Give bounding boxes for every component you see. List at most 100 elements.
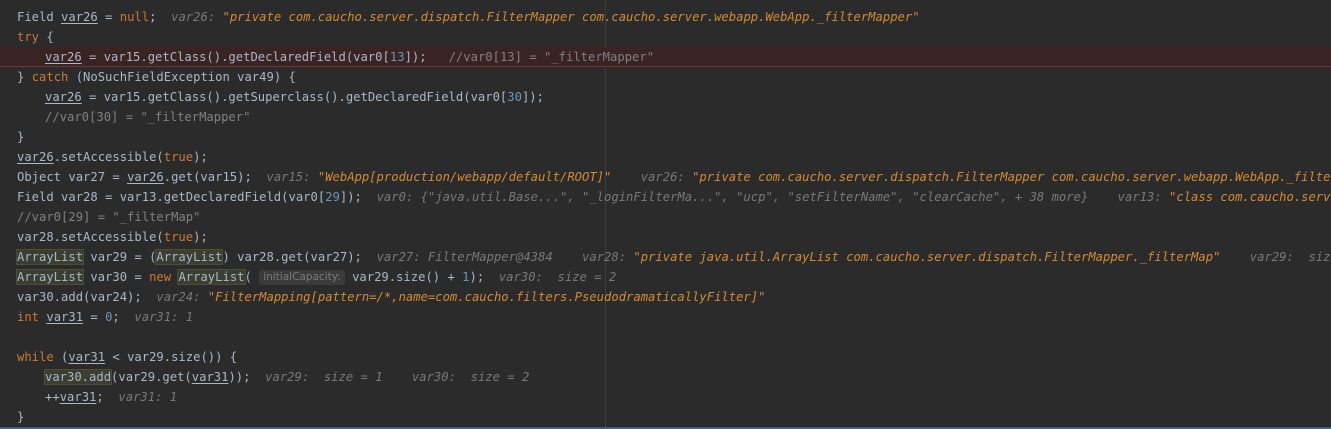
code-token: { bbox=[39, 30, 54, 44]
code-line[interactable]: try { bbox=[0, 27, 1331, 47]
debug-inline-string: "private java.util.ArrayList com.caucho.… bbox=[633, 250, 1221, 264]
debug-inline-value: var27: FilterMapper@4384 bbox=[376, 250, 553, 264]
code-line[interactable]: ++var31; var31: 1 bbox=[0, 387, 1331, 407]
highlighted-token[interactable]: ArrayList bbox=[177, 269, 246, 285]
code-token: ++ bbox=[45, 390, 60, 404]
code-token: ]); bbox=[521, 90, 544, 104]
debug-inline-value: var28: bbox=[582, 250, 634, 264]
variable-token[interactable]: var26 bbox=[45, 90, 82, 104]
code-token: var28.setAccessible( bbox=[17, 230, 164, 244]
code-line[interactable]: var28.setAccessible(true); bbox=[0, 227, 1331, 247]
variable-token[interactable]: var31 bbox=[192, 370, 229, 384]
variable-token[interactable]: var31 bbox=[46, 310, 83, 324]
highlighted-token[interactable]: ArrayList bbox=[155, 249, 224, 265]
debug-inline-string: "FilterMapping[pattern=/*,name=com.cauch… bbox=[207, 290, 766, 304]
code-token: (var29.get( bbox=[111, 370, 192, 384]
debug-inline-value: var29: size = 1 bbox=[265, 370, 383, 384]
code-token: ( bbox=[53, 350, 69, 364]
code-token: .setAccessible( bbox=[53, 150, 164, 164]
number-token: 13 bbox=[389, 50, 405, 64]
debug-inline-string: "private com.caucho.server.dispatch.Filt… bbox=[222, 10, 920, 24]
code-line[interactable]: var26.setAccessible(true); bbox=[0, 147, 1331, 167]
code-token: var30.add(var24); bbox=[17, 290, 157, 304]
code-token: ); bbox=[193, 150, 208, 164]
code-token: ); bbox=[469, 270, 499, 284]
code-token: ( bbox=[244, 270, 260, 284]
code-line-content: while (var31 < var29.size()) { bbox=[17, 347, 237, 367]
code-token: Field bbox=[17, 10, 62, 24]
code-line-content: var26 = var15.getClass().getDeclaredFiel… bbox=[45, 47, 654, 67]
code-token: ); bbox=[193, 230, 208, 244]
code-line[interactable]: var30.add(var24); var24: "FilterMapping[… bbox=[0, 287, 1331, 307]
code-line[interactable]: //var0[29] = "_filterMap" bbox=[0, 207, 1331, 227]
variable-token[interactable]: var26 bbox=[45, 50, 82, 64]
code-line[interactable]: Field var28 = var13.getDeclaredField(var… bbox=[0, 187, 1331, 207]
highlighted-token[interactable]: ArrayList bbox=[15, 269, 85, 285]
code-line-content: var30.add(var29.get(var31)); var29: size… bbox=[43, 367, 530, 387]
debug-inline-value: var31: 1 bbox=[134, 310, 194, 324]
code-line[interactable]: while (var31 < var29.size()) { bbox=[0, 347, 1331, 367]
code-token: = var15.getClass().getDeclaredField(var0… bbox=[81, 50, 390, 64]
code-token: var29 = ( bbox=[83, 250, 157, 264]
code-token: ]); bbox=[339, 190, 377, 204]
debug-inline-value: var26: bbox=[640, 170, 693, 184]
debug-inline-value: var30: size = 2 bbox=[411, 370, 530, 384]
code-token: ; bbox=[96, 390, 119, 404]
code-line[interactable]: var26 = var15.getClass().getSuperclass()… bbox=[0, 87, 1331, 107]
code-line[interactable]: var30.add(var29.get(var31)); var29: size… bbox=[0, 367, 1331, 387]
comment-token: //var0[13] = "_filterMapper" bbox=[448, 50, 655, 64]
code-line-content: ++var31; var31: 1 bbox=[45, 387, 177, 407]
code-line[interactable]: ArrayList var30 = new ArrayList( initial… bbox=[0, 267, 1331, 287]
code-token: = bbox=[97, 10, 120, 24]
code-token: var29.size() + bbox=[344, 270, 463, 284]
code-line-content: Field var28 = var13.getDeclaredField(var… bbox=[17, 187, 1331, 207]
code-line[interactable]: Field var26 = null; var26: "private com.… bbox=[0, 7, 1331, 27]
code-line[interactable]: ArrayList var29 = (ArrayList) var28.get(… bbox=[0, 247, 1331, 267]
code-line-content: var30.add(var24); var24: "FilterMapping[… bbox=[17, 287, 765, 307]
code-token: Field var28 = var13.getDeclaredField(var… bbox=[17, 190, 326, 204]
variable-token[interactable]: var26 bbox=[17, 150, 54, 164]
keyword-token: true bbox=[163, 150, 194, 164]
code-token: ; bbox=[112, 310, 135, 324]
code-editor[interactable]: Field var26 = null; var26: "private com.… bbox=[0, 0, 1331, 429]
keyword-token: int bbox=[17, 310, 40, 324]
code-line-breakpoint[interactable]: var26 = var15.getClass().getDeclaredFiel… bbox=[0, 47, 1331, 67]
variable-token[interactable]: var31 bbox=[60, 390, 97, 404]
highlighted-token[interactable]: var30.add bbox=[43, 369, 113, 385]
debug-inline-string: "class com.caucho.server.dispatch bbox=[1169, 190, 1331, 204]
code-token: ]); bbox=[404, 50, 449, 64]
keyword-token: null bbox=[119, 10, 150, 24]
code-line-content: //var0[30] = "_filterMapper" bbox=[45, 107, 250, 127]
keyword-token: try bbox=[17, 30, 40, 44]
code-token: = bbox=[83, 310, 106, 324]
code-line[interactable]: //var0[30] = "_filterMapper" bbox=[0, 107, 1331, 127]
code-line[interactable]: int var31 = 0; var31: 1 bbox=[0, 307, 1331, 327]
highlighted-token[interactable]: ArrayList bbox=[15, 249, 85, 265]
variable-token[interactable]: var31 bbox=[68, 350, 105, 364]
code-line[interactable]: } catch (NoSuchFieldException var49) { bbox=[0, 67, 1331, 87]
debug-inline-value: var26: bbox=[171, 10, 223, 24]
code-token: Object var27 = bbox=[17, 170, 128, 184]
code-line-content: Object var27 = var26.get(var15); var15: … bbox=[17, 167, 1331, 187]
variable-token[interactable]: var26 bbox=[127, 170, 164, 184]
code-line-content: } catch (NoSuchFieldException var49) { bbox=[17, 67, 296, 87]
code-token: < var29.size()) { bbox=[105, 350, 238, 364]
debug-inline-value: var15: bbox=[266, 170, 318, 184]
code-line[interactable]: Object var27 = var26.get(var15); var15: … bbox=[0, 167, 1331, 187]
code-line-content: } bbox=[17, 407, 24, 427]
debug-inline-value: var0: {"java.util.Base...", "_loginFilte… bbox=[376, 190, 1089, 204]
debug-inline-value: var31: 1 bbox=[118, 390, 178, 404]
code-line[interactable] bbox=[0, 327, 1331, 347]
code-line[interactable]: } bbox=[0, 127, 1331, 147]
code-line-content: var28.setAccessible(true); bbox=[17, 227, 208, 247]
keyword-token: while bbox=[17, 350, 54, 364]
code-line[interactable]: } bbox=[0, 407, 1331, 427]
debug-inline-value: var30: size = 2 bbox=[498, 270, 617, 284]
debug-inline-string: "private com.caucho.server.dispatch.Filt… bbox=[692, 170, 1331, 184]
comment-token: //var0[29] = "_filterMap" bbox=[17, 210, 201, 224]
variable-token[interactable]: var26 bbox=[61, 10, 98, 24]
